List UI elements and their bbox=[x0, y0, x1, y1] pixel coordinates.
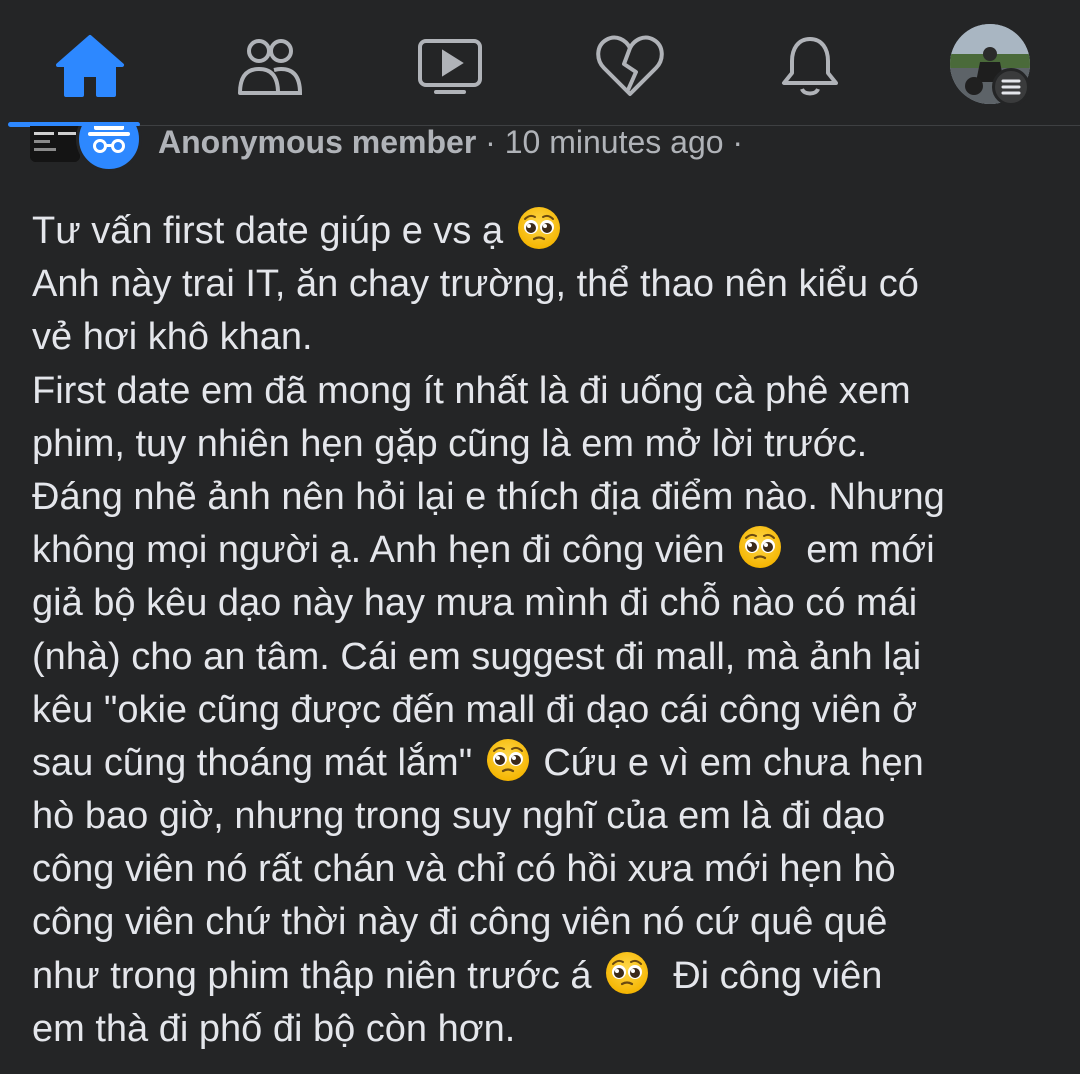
group-thumbnail[interactable] bbox=[30, 126, 80, 162]
post-line-text: Tư vấn first date giúp e vs ạ bbox=[32, 210, 504, 252]
post-header: Anonymous member · 10 minutes ago · bbox=[0, 126, 1080, 176]
post-line: như trong phim thập niên trước á Đi công… bbox=[32, 950, 1062, 1003]
group-photo bbox=[30, 126, 80, 162]
post-line-text-after: Cứu e vì em chưa hẹn bbox=[532, 741, 924, 784]
post-line: (nhà) cho an tâm. Cái em suggest đi mall… bbox=[32, 631, 1062, 684]
pleading-face-emoji-icon bbox=[604, 950, 650, 996]
post-line: hò bao giờ, nhưng trong suy nghĩ của em … bbox=[32, 790, 1062, 843]
post-line-text: Anh này trai IT, ăn chay trường, thể tha… bbox=[32, 263, 919, 306]
post-line-text-after: Đi công viên bbox=[652, 954, 883, 997]
post-line: công viên nó rất chán và chỉ có hồi xưa … bbox=[32, 843, 1062, 896]
meta-separator: · bbox=[476, 126, 505, 160]
post-line: kêu "okie cũng được đến mall đi dạo cái … bbox=[32, 684, 1062, 737]
hamburger-icon bbox=[1001, 79, 1021, 95]
post-line-text: (nhà) cho an tâm. Cái em suggest đi mall… bbox=[32, 635, 922, 678]
post-text: Tư vấn first date giúp e vs ạ Anh này tr… bbox=[32, 205, 1062, 1056]
post-line: phim, tuy nhiên hẹn gặp cũng là em mở lờ… bbox=[32, 418, 1062, 471]
post-line-text-after: em mới bbox=[785, 529, 935, 572]
post-line: Anh này trai IT, ăn chay trường, thể tha… bbox=[32, 258, 1062, 311]
anonymous-avatar[interactable] bbox=[76, 126, 142, 172]
post-line: First date em đã mong ít nhất là đi uống… bbox=[32, 365, 1062, 418]
pleading-face-emoji-icon bbox=[485, 737, 531, 783]
pleading-face-emoji-icon bbox=[516, 205, 562, 251]
post-line-text: sau cũng thoáng mát lắm" bbox=[32, 741, 473, 784]
heart-icon bbox=[596, 35, 664, 96]
post-line: vẻ hơi khô khan. bbox=[32, 311, 1062, 364]
post-line-text: như trong phim thập niên trước á bbox=[32, 954, 592, 997]
post-line-text: em thà đi phố đi bộ còn hơn. bbox=[32, 1007, 516, 1050]
post-timestamp[interactable]: 10 minutes ago bbox=[505, 126, 724, 160]
home-icon bbox=[56, 35, 124, 97]
nav-notifications[interactable] bbox=[770, 26, 850, 106]
post-line-text: công viên chứ thời này đi công viên nó c… bbox=[32, 901, 888, 944]
nav-dating[interactable] bbox=[590, 26, 670, 106]
video-icon bbox=[418, 39, 482, 94]
post-line-text: Đáng nhẽ ảnh nên hỏi lại e thích địa điể… bbox=[32, 475, 945, 518]
bell-icon bbox=[782, 37, 838, 96]
nav-home[interactable] bbox=[50, 26, 130, 106]
post-line-text: kêu "okie cũng được đến mall đi dạo cái … bbox=[32, 688, 918, 731]
post-line-text: công viên nó rất chán và chỉ có hồi xưa … bbox=[32, 848, 896, 891]
post-line: em thà đi phố đi bộ còn hơn. bbox=[32, 1003, 1062, 1056]
top-navbar bbox=[0, 0, 1080, 128]
friends-icon bbox=[238, 39, 303, 95]
post-line: công viên chứ thời này đi công viên nó c… bbox=[32, 896, 1062, 949]
post-line: Đáng nhẽ ảnh nên hỏi lại e thích địa điể… bbox=[32, 471, 1062, 524]
post-line: giả bộ kêu dạo này hay mưa mình đi chỗ n… bbox=[32, 577, 1062, 630]
nav-friends[interactable] bbox=[230, 26, 310, 106]
post-line: sau cũng thoáng mát lắm" Cứu e vì em chư… bbox=[32, 737, 1062, 790]
post-line-text: First date em đã mong ít nhất là đi uống… bbox=[32, 369, 911, 412]
nav-watch[interactable] bbox=[410, 26, 490, 106]
post-line-text: giả bộ kêu dạo này hay mưa mình đi chỗ n… bbox=[32, 582, 918, 625]
post-line-text: phim, tuy nhiên hẹn gặp cũng là em mở lờ… bbox=[32, 422, 868, 465]
post-line: Tư vấn first date giúp e vs ạ bbox=[32, 205, 1062, 258]
post-line-text: vẻ hơi khô khan. bbox=[32, 316, 313, 359]
menu-badge[interactable] bbox=[992, 68, 1030, 106]
author-name[interactable]: Anonymous member bbox=[158, 126, 476, 160]
post-meta: Anonymous member · 10 minutes ago · bbox=[158, 126, 743, 161]
meta-separator-end: · bbox=[723, 126, 744, 160]
pleading-face-emoji-icon bbox=[737, 524, 783, 570]
post-line-text: hò bao giờ, nhưng trong suy nghĩ của em … bbox=[32, 795, 886, 838]
post-line-text: không mọi người ạ. Anh hẹn đi công viên bbox=[32, 529, 725, 572]
incognito-icon bbox=[88, 126, 130, 153]
post-line: không mọi người ạ. Anh hẹn đi công viên … bbox=[32, 524, 1062, 577]
